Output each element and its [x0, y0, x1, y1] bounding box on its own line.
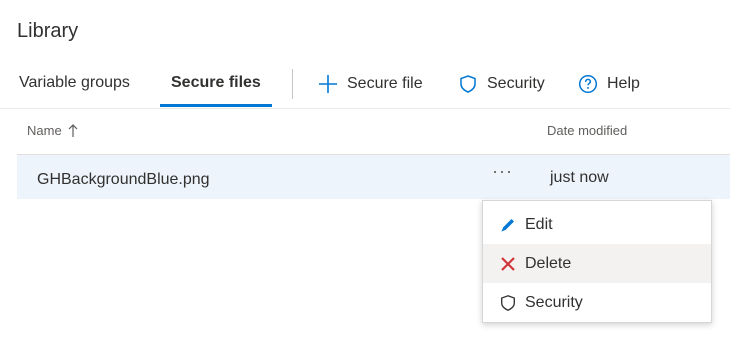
selected-tab-indicator: [160, 104, 272, 107]
table-row[interactable]: GHBackgroundBlue.png ··· just now: [17, 155, 730, 199]
secure-file-label: Secure file: [347, 75, 423, 92]
x-icon: [497, 256, 519, 272]
column-header-date-modified[interactable]: Date modified: [547, 123, 627, 138]
pencil-icon: [497, 216, 519, 234]
shield-icon: [460, 75, 476, 93]
more-actions-button[interactable]: ···: [492, 161, 513, 182]
shield-icon: [497, 294, 519, 312]
column-date-label: Date modified: [547, 123, 628, 138]
security-button[interactable]: Security: [458, 74, 545, 94]
tab-bar: Variable groups Secure files Secure file…: [0, 64, 730, 109]
security-label: Security: [487, 75, 545, 92]
tab-label: Variable groups: [19, 74, 130, 91]
help-icon: [578, 74, 598, 94]
column-name-label: Name: [27, 123, 62, 138]
tab-variable-groups[interactable]: Variable groups: [19, 74, 130, 106]
menu-item-label: Delete: [525, 254, 572, 272]
table-header: Name Date modified: [17, 110, 730, 155]
page-title: Library: [17, 20, 79, 42]
menu-item-edit[interactable]: Edit: [483, 205, 711, 244]
menu-item-label: Security: [525, 293, 583, 311]
column-header-name[interactable]: Name: [27, 123, 78, 138]
menu-item-label: Edit: [525, 215, 553, 233]
context-menu: Edit Delete Security: [482, 200, 712, 323]
help-label: Help: [607, 75, 640, 92]
plus-icon: [319, 75, 337, 93]
tab-secure-files[interactable]: Secure files: [160, 74, 261, 106]
menu-item-delete[interactable]: Delete: [483, 244, 711, 283]
help-button[interactable]: Help: [578, 74, 640, 94]
menu-item-security[interactable]: Security: [483, 283, 711, 322]
date-modified: just now: [550, 169, 609, 186]
divider: [292, 69, 293, 99]
sort-ascending-icon: [68, 123, 78, 137]
file-name: GHBackgroundBlue.png: [37, 171, 210, 188]
tab-label: Secure files: [171, 74, 261, 91]
add-secure-file-button[interactable]: Secure file: [318, 74, 423, 94]
